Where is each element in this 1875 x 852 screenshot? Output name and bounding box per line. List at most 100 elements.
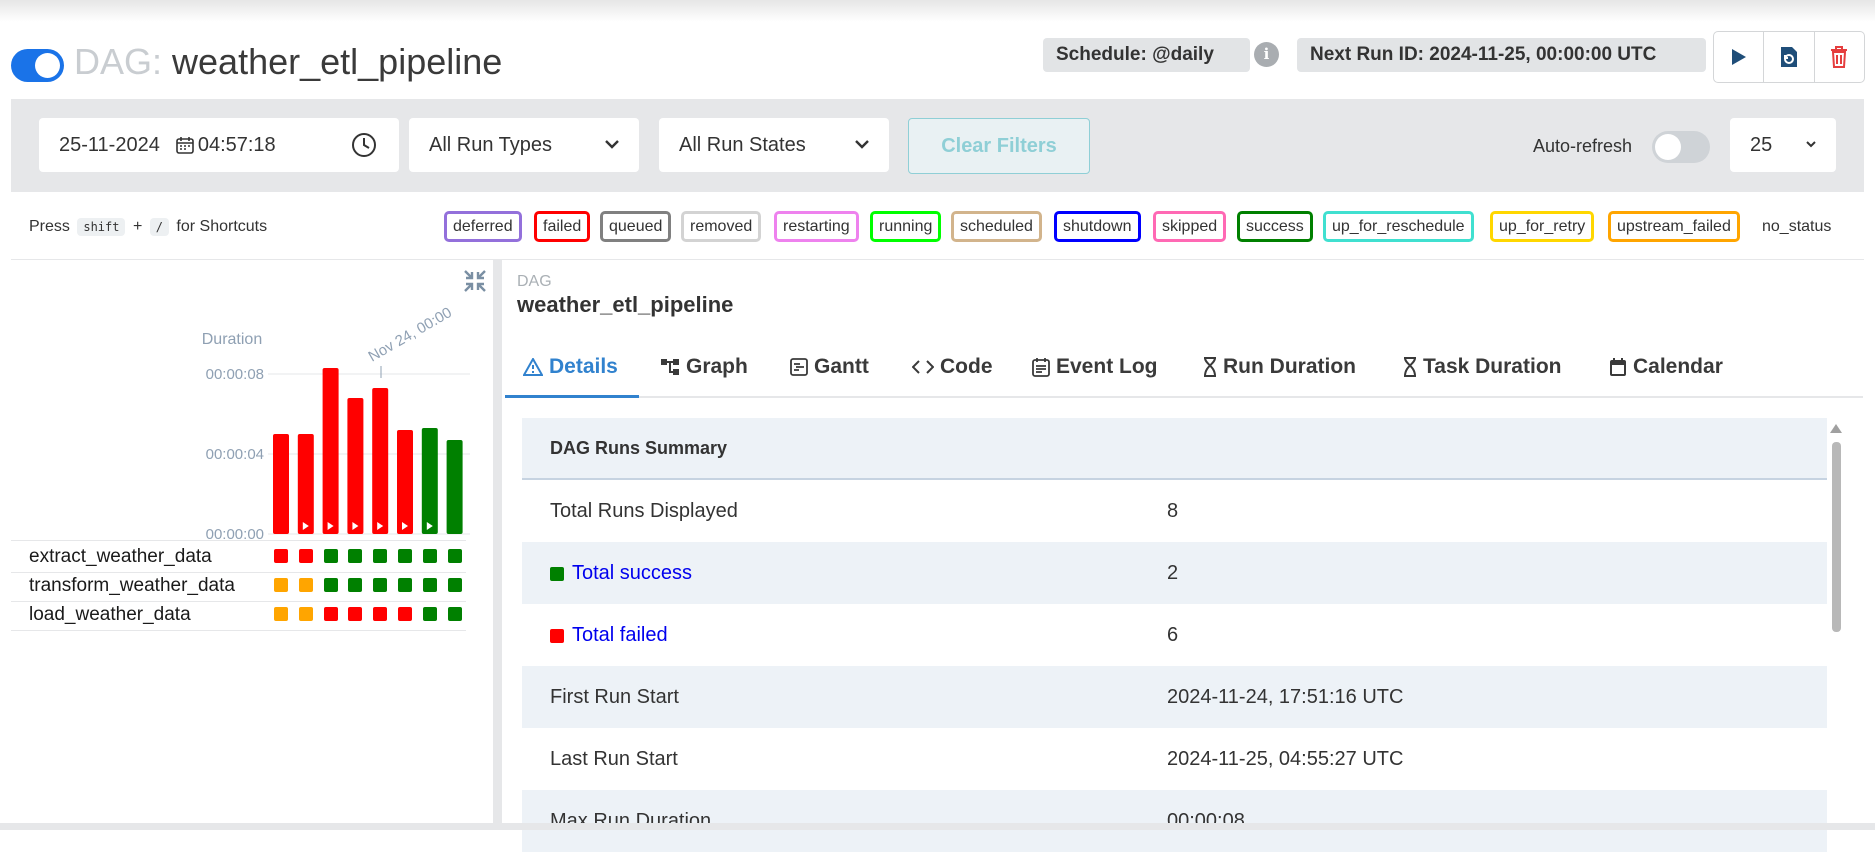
task-instance-cell[interactable]: [348, 578, 363, 592]
detail-tabs: Details Graph Gantt Code Event Log Run D…: [505, 340, 1863, 398]
status-legend-no-status[interactable]: no_status: [1762, 218, 1831, 236]
status-legend-shutdown[interactable]: shutdown: [1054, 211, 1141, 242]
row-separator: [11, 572, 466, 573]
task-instance-cell[interactable]: [373, 578, 388, 592]
status-legend-success[interactable]: success: [1237, 211, 1313, 242]
row-key-link[interactable]: Total success: [572, 562, 692, 585]
chevron-down-icon: [605, 140, 619, 149]
task-instance-cell[interactable]: [348, 549, 363, 563]
row-key[interactable]: Total success: [550, 562, 692, 585]
task-name[interactable]: transform_weather_data: [29, 575, 235, 597]
status-legend-failed[interactable]: failed: [534, 211, 591, 242]
filter-bar: 25-11-2024 04:57:18 All Run Types All Ru…: [11, 99, 1864, 192]
dag-actions: [1713, 31, 1865, 83]
row-value: 2024-11-25, 04:55:27 UTC: [1167, 748, 1404, 770]
task-instance-cell[interactable]: [398, 549, 412, 563]
run-type-select[interactable]: All Run Types: [409, 118, 639, 172]
collapse-icon[interactable]: [462, 268, 488, 294]
row-value: 6: [1167, 624, 1179, 646]
tab-event-log[interactable]: Event Log: [1032, 355, 1158, 379]
table-row: Max Run Duration 00:00:08: [522, 790, 1827, 852]
task-instance-cell[interactable]: [274, 578, 288, 592]
clock-icon[interactable]: [351, 132, 377, 158]
top-shadow: [0, 0, 1875, 22]
run-state-select[interactable]: All Run States: [659, 118, 889, 172]
clear-filters-button[interactable]: Clear Filters: [908, 118, 1090, 174]
dag-id: weather_etl_pipeline: [172, 41, 503, 82]
task-instance-cell[interactable]: [398, 607, 412, 621]
row-key: First Run Start: [550, 686, 679, 709]
shift-key: shift: [77, 218, 126, 236]
info-icon[interactable]: i: [1254, 42, 1279, 67]
task-instance-cell[interactable]: [298, 549, 313, 563]
pane-divider[interactable]: [493, 260, 502, 825]
page-size-select[interactable]: 25: [1730, 118, 1836, 172]
task-instance-cell[interactable]: [398, 578, 412, 592]
delete-dag-button[interactable]: [1815, 32, 1864, 82]
table-row: First Run Start 2024-11-24, 17:51:16 UTC: [522, 666, 1827, 728]
trigger-dag-button[interactable]: [1714, 32, 1765, 82]
task-instance-cell[interactable]: [422, 578, 437, 592]
active-tab-indicator: [505, 395, 639, 398]
row-separator: [11, 630, 466, 631]
task-instance-cell[interactable]: [373, 607, 388, 621]
status-legend-skipped[interactable]: skipped: [1153, 211, 1227, 242]
status-legend-queued[interactable]: queued: [600, 211, 672, 242]
status-legend-up-for-retry[interactable]: up_for_retry: [1490, 211, 1595, 242]
tab-gantt-label: Gantt: [814, 355, 869, 378]
slash-key: /: [149, 218, 169, 236]
scroll-up-arrow[interactable]: [1830, 424, 1842, 433]
task-instance-cell[interactable]: [348, 607, 363, 621]
duration-bar: [421, 428, 438, 534]
tab-run-duration[interactable]: Run Duration: [1203, 355, 1356, 379]
task-instance-cell[interactable]: [323, 549, 338, 563]
row-key[interactable]: Total failed: [550, 624, 668, 647]
row-key-link[interactable]: Total failed: [572, 624, 668, 647]
task-instance-cell[interactable]: [323, 578, 338, 592]
task-instance-cell[interactable]: [274, 607, 288, 621]
tab-gantt[interactable]: Gantt: [790, 355, 869, 379]
task-instance-cell[interactable]: [422, 607, 437, 621]
status-legend-removed[interactable]: removed: [681, 211, 762, 242]
row-key-label: First Run Start: [550, 686, 679, 708]
tab-code[interactable]: Code: [912, 355, 993, 379]
task-instance-cell[interactable]: [447, 607, 462, 621]
task-instance-cell[interactable]: [447, 549, 462, 563]
status-legend-deferred[interactable]: deferred: [444, 211, 522, 242]
tab-details[interactable]: Details: [523, 355, 618, 379]
status-square-icon: [550, 628, 564, 643]
duration-bar: [446, 440, 463, 534]
task-instance-cell[interactable]: [373, 549, 388, 563]
base-date-input[interactable]: 25-11-2024 04:57:18: [39, 118, 399, 172]
task-instance-cell[interactable]: [298, 578, 313, 592]
task-instance-cell[interactable]: [274, 549, 288, 563]
row-separator: [11, 601, 466, 602]
shortcut-press: Press: [29, 218, 70, 235]
status-legend-upstream-failed[interactable]: upstream_failed: [1608, 211, 1740, 242]
tab-calendar-label: Calendar: [1633, 355, 1723, 378]
status-legend-restarting[interactable]: restarting: [774, 211, 859, 242]
task-instance-cell[interactable]: [298, 607, 313, 621]
dag-pause-toggle[interactable]: [11, 49, 64, 82]
table-row: Total Runs Displayed 8: [522, 480, 1827, 542]
tab-calendar[interactable]: Calendar: [1609, 355, 1723, 379]
task-instance-cell[interactable]: [323, 607, 338, 621]
autorefresh-toggle[interactable]: [1652, 131, 1710, 163]
divider: [11, 259, 1864, 260]
tab-graph[interactable]: Graph: [660, 355, 748, 379]
chevron-down-icon: [1806, 141, 1816, 148]
reparse-dag-button[interactable]: [1764, 32, 1815, 82]
status-legend-running[interactable]: running: [870, 211, 942, 242]
detail-dag-name: weather_etl_pipeline: [517, 292, 734, 317]
tab-task-duration[interactable]: Task Duration: [1403, 355, 1561, 379]
status-legend-up-for-reschedule[interactable]: up_for_reschedule: [1323, 211, 1474, 242]
status-legend-scheduled[interactable]: scheduled: [951, 211, 1042, 242]
task-instance-cell[interactable]: [447, 578, 462, 592]
task-name[interactable]: extract_weather_data: [29, 546, 212, 568]
tab-code-label: Code: [940, 355, 993, 378]
scrollbar-thumb[interactable]: [1832, 442, 1841, 632]
task-name[interactable]: load_weather_data: [29, 604, 191, 626]
tab-task-duration-label: Task Duration: [1423, 355, 1562, 378]
shortcut-hint: Press shift + / for Shortcuts: [29, 218, 267, 236]
task-instance-cell[interactable]: [422, 549, 437, 563]
